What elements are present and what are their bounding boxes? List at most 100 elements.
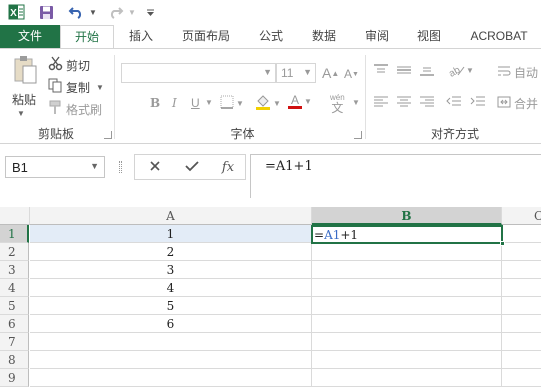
bold-button[interactable]: B — [150, 96, 160, 110]
cell-b7[interactable] — [312, 333, 502, 351]
cell-a4[interactable]: 4 — [30, 279, 312, 297]
cell-c4[interactable] — [502, 279, 541, 297]
underline-dropdown-icon[interactable]: ▼ — [205, 98, 213, 107]
row-header-3[interactable]: 3 — [0, 261, 29, 279]
active-cell-b1[interactable]: =A1+1 — [311, 225, 505, 246]
tab-review[interactable]: 审阅 — [354, 25, 400, 49]
row-header-9[interactable]: 9 — [0, 369, 29, 387]
cell-c1[interactable] — [502, 225, 541, 243]
cell-b5[interactable] — [312, 297, 502, 315]
cell-a6[interactable]: 6 — [30, 315, 312, 333]
cell-b8[interactable] — [312, 351, 502, 369]
save-icon[interactable] — [36, 2, 56, 22]
font-launcher-icon[interactable] — [354, 131, 362, 139]
undo-icon[interactable] — [66, 2, 86, 22]
cell-c7[interactable] — [502, 333, 541, 351]
underline-button[interactable]: U — [191, 96, 200, 110]
enter-button[interactable] — [180, 156, 204, 178]
row-header-1[interactable]: 1 — [0, 225, 29, 243]
chevron-down-icon: ▼ — [273, 99, 281, 108]
row-header-8[interactable]: 8 — [0, 351, 29, 369]
align-left-button[interactable] — [373, 95, 389, 109]
column-header-c[interactable]: C — [502, 207, 541, 225]
cell-b4[interactable] — [312, 279, 502, 297]
paste-label: 粘贴 — [12, 93, 37, 107]
undo-dropdown-icon[interactable]: ▼ — [88, 2, 98, 22]
align-right-button[interactable] — [419, 95, 435, 109]
tab-insert[interactable]: 插入 — [117, 25, 165, 49]
phonetic-dropdown-icon[interactable]: ▼ — [352, 98, 360, 107]
italic-button[interactable]: I — [172, 96, 177, 110]
cell-b3[interactable] — [312, 261, 502, 279]
cell-a7[interactable] — [30, 333, 312, 351]
cell-b9[interactable] — [312, 369, 502, 387]
insert-function-button[interactable]: fx — [216, 156, 240, 178]
fill-color-button[interactable]: ▼ — [255, 94, 281, 113]
cell-c2[interactable] — [502, 243, 541, 261]
cell-c8[interactable] — [502, 351, 541, 369]
cell-a3[interactable]: 3 — [30, 261, 312, 279]
increase-indent-button[interactable] — [470, 95, 486, 109]
select-all-corner[interactable] — [0, 207, 30, 225]
format-painter-button[interactable]: 格式刷 — [48, 100, 102, 117]
cell-a1[interactable]: 1 — [30, 225, 312, 243]
shrink-font-button[interactable]: A ▼ — [344, 67, 359, 81]
tab-home[interactable]: 开始 — [60, 25, 114, 50]
font-size-value: 11 — [281, 66, 294, 80]
cell-a9[interactable] — [30, 369, 312, 387]
phonetic-button[interactable]: wén 文 — [330, 93, 345, 115]
borders-button[interactable]: ▼ — [220, 95, 244, 112]
cell-b2[interactable] — [312, 243, 502, 261]
align-top-button[interactable] — [373, 63, 389, 77]
paste-dropdown-icon[interactable]: ▼ — [17, 109, 25, 118]
font-group-label: 字体 — [230, 127, 255, 141]
cell-c6[interactable] — [502, 315, 541, 333]
row-header-4[interactable]: 4 — [0, 279, 29, 297]
decrease-indent-button[interactable] — [446, 95, 462, 109]
cell-b1-formula: =A1+1 — [314, 227, 358, 243]
font-name-combo[interactable]: ▼ — [121, 63, 276, 83]
cancel-button[interactable] — [143, 156, 167, 178]
align-middle-button[interactable] — [396, 63, 412, 77]
copy-dropdown-icon[interactable]: ▼ — [96, 83, 104, 92]
customize-toolbar-icon[interactable] — [144, 2, 156, 22]
row-header-5[interactable]: 5 — [0, 297, 29, 315]
cut-button[interactable]: 剪切 — [48, 56, 90, 74]
clipboard-launcher-icon[interactable] — [104, 131, 112, 139]
row-header-2[interactable]: 2 — [0, 243, 29, 261]
copy-button[interactable]: 复制 ▼ — [48, 78, 104, 95]
cell-a8[interactable] — [30, 351, 312, 369]
align-bottom-button[interactable] — [419, 63, 435, 77]
row-header-6[interactable]: 6 — [0, 315, 29, 333]
fill-handle[interactable] — [500, 241, 505, 246]
scissors-icon — [48, 56, 63, 74]
redo-icon[interactable] — [106, 2, 126, 22]
tab-page-layout[interactable]: 页面布局 — [170, 25, 242, 49]
grow-font-button[interactable]: A ▲ — [322, 65, 339, 81]
font-color-button[interactable]: A ▼ — [288, 94, 312, 109]
redo-dropdown-icon[interactable]: ▼ — [127, 2, 137, 22]
orientation-button[interactable]: ab ▼ — [448, 62, 474, 78]
formula-equals: = — [314, 228, 325, 242]
wrap-text-button[interactable]: 自动 — [497, 64, 538, 81]
name-box[interactable]: B1 ▼ — [5, 156, 105, 178]
cell-c9[interactable] — [502, 369, 541, 387]
tab-acrobat[interactable]: ACROBAT — [460, 25, 538, 49]
column-header-a[interactable]: A — [30, 207, 312, 225]
tab-file[interactable]: 文件 — [0, 25, 60, 49]
font-size-combo[interactable]: 11 ▼ — [276, 63, 316, 83]
merge-center-button[interactable]: 合并 — [497, 95, 538, 112]
tab-formulas[interactable]: 公式 — [248, 25, 294, 49]
align-center-button[interactable] — [396, 95, 412, 109]
row-header-7[interactable]: 7 — [0, 333, 29, 351]
cell-a5[interactable]: 5 — [30, 297, 312, 315]
formula-input[interactable]: =A1+1 — [250, 154, 541, 198]
cell-c5[interactable] — [502, 297, 541, 315]
cell-a2[interactable]: 2 — [30, 243, 312, 261]
column-header-b[interactable]: B — [312, 207, 502, 225]
tab-data[interactable]: 数据 — [300, 25, 348, 49]
cell-c3[interactable] — [502, 261, 541, 279]
tab-view[interactable]: 视图 — [405, 25, 453, 49]
resize-handle[interactable] — [119, 161, 122, 173]
cell-b6[interactable] — [312, 315, 502, 333]
